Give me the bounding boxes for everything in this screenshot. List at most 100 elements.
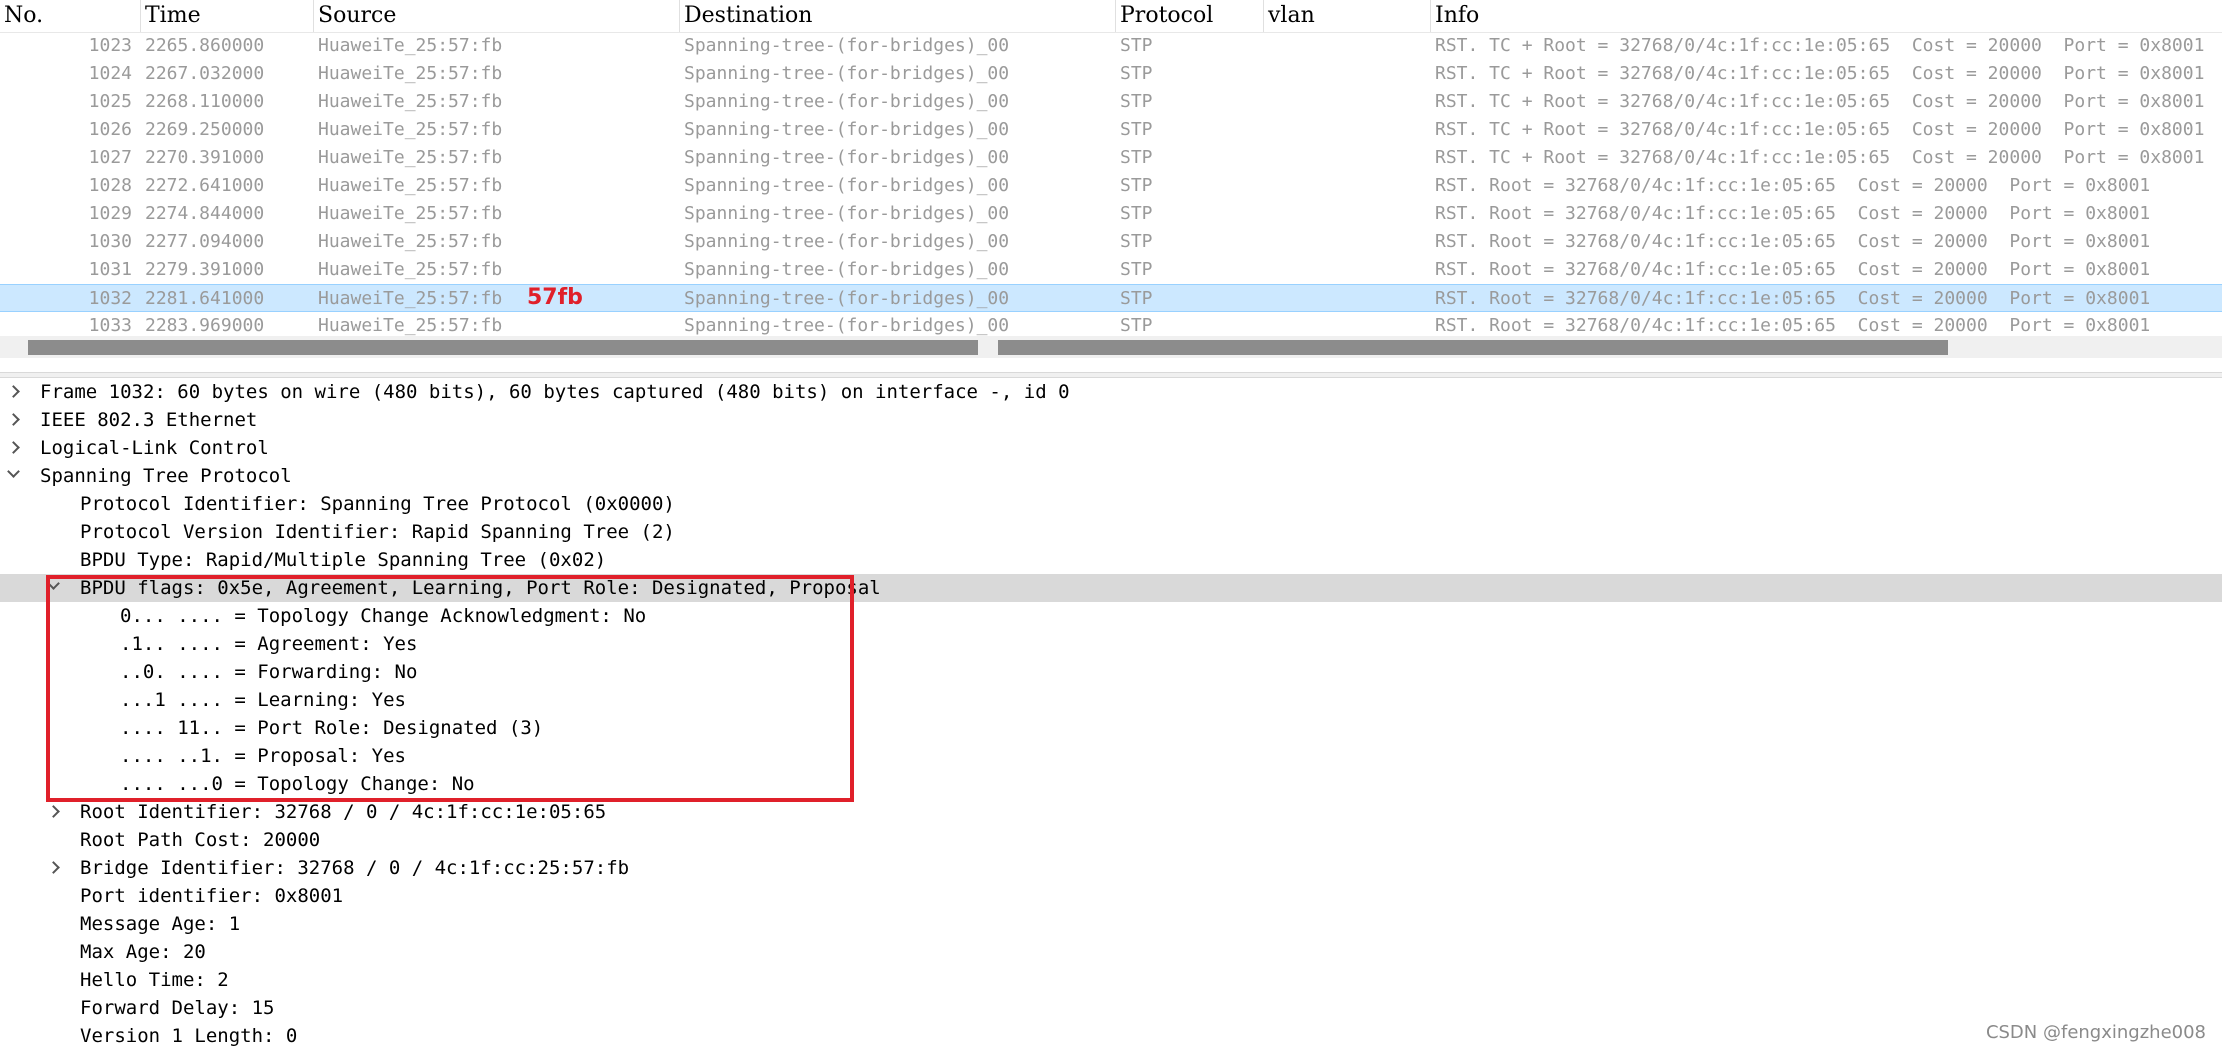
detail-text: Bridge Identifier: 32768 / 0 / 4c:1f:cc:… <box>80 857 630 879</box>
packet-row[interactable]: 1028 2272.641000 HuaweiTe_25:57:fb Spanning… <box>0 172 2222 200</box>
scrollbar-thumb-right[interactable] <box>998 340 1948 355</box>
packet-time: 2268.110000 <box>145 91 265 112</box>
packet-time: 2265.860000 <box>145 35 265 56</box>
detail-row[interactable]: 0... .... = Topology Change Acknowledgme… <box>0 602 2222 630</box>
annotation-label: 57fb <box>527 285 583 310</box>
detail-text: .... 11.. = Port Role: Designated (3) <box>120 717 544 739</box>
chevron-right-icon[interactable] <box>7 385 20 398</box>
watermark: CSDN @fengxingzhe008 <box>1985 1022 2206 1043</box>
column-info[interactable]: Info <box>1430 0 2222 32</box>
packet-source: HuaweiTe_25:57:fb <box>318 147 503 168</box>
detail-row[interactable]: Hello Time: 2 <box>0 966 2222 994</box>
detail-row[interactable]: BPDU Type: Rapid/Multiple Spanning Tree … <box>0 546 2222 574</box>
packet-list[interactable]: No. Time Source Destination Protocol vla… <box>0 0 2222 372</box>
packet-no: 1026 <box>88 119 132 140</box>
packet-destination: Spanning-tree-(for-bridges)_00 <box>684 35 1010 56</box>
detail-row[interactable]: Version 1 Length: 0 <box>0 1022 2222 1050</box>
detail-row[interactable]: Bridge Identifier: 32768 / 0 / 4c:1f:cc:… <box>0 854 2222 882</box>
column-time[interactable]: Time <box>140 0 313 32</box>
packet-time: 2270.391000 <box>145 147 265 168</box>
packet-destination: Spanning-tree-(for-bridges)_00 <box>684 147 1010 168</box>
detail-row[interactable]: Forward Delay: 15 <box>0 994 2222 1022</box>
packet-destination: Spanning-tree-(for-bridges)_00 <box>684 119 1010 140</box>
detail-text: Hello Time: 2 <box>80 969 229 991</box>
packet-source: HuaweiTe_25:57:fb <box>318 288 503 309</box>
packet-protocol: STP <box>1120 231 1153 252</box>
detail-row[interactable]: BPDU flags: 0x5e, Agreement, Learning, P… <box>0 574 2222 602</box>
packet-source: HuaweiTe_25:57:fb <box>318 203 503 224</box>
detail-text: BPDU flags: 0x5e, Agreement, Learning, P… <box>80 577 881 599</box>
packet-time: 2272.641000 <box>145 175 265 196</box>
detail-row[interactable]: .... 11.. = Port Role: Designated (3) <box>0 714 2222 742</box>
packet-row[interactable]: 1030 2277.094000 HuaweiTe_25:57:fb Spanning… <box>0 228 2222 256</box>
detail-row[interactable]: Port identifier: 0x8001 <box>0 882 2222 910</box>
chevron-right-icon[interactable] <box>47 861 60 874</box>
packet-info: RST. Root = 32768/0/4c:1f:cc:1e:05:65 Co… <box>1435 259 2151 280</box>
column-no[interactable]: No. <box>0 0 140 32</box>
detail-row[interactable]: .1.. .... = Agreement: Yes <box>0 630 2222 658</box>
chevron-down-icon[interactable] <box>47 577 60 590</box>
packet-no: 1024 <box>88 63 132 84</box>
chevron-right-icon[interactable] <box>7 413 20 426</box>
packet-row-selected[interactable]: 1032 2281.641000 HuaweiTe_25:57:fb Spanning… <box>0 284 2222 312</box>
packet-row[interactable]: 1027 2270.391000 HuaweiTe_25:57:fb Spanning… <box>0 144 2222 172</box>
detail-row[interactable]: Max Age: 20 <box>0 938 2222 966</box>
column-destination[interactable]: Destination <box>679 0 1115 32</box>
packet-time: 2274.844000 <box>145 203 265 224</box>
packet-info: RST. Root = 32768/0/4c:1f:cc:1e:05:65 Co… <box>1435 231 2151 252</box>
column-vlan[interactable]: vlan <box>1263 0 1430 32</box>
column-header: No. Time Source Destination Protocol vla… <box>0 0 2222 33</box>
packet-row[interactable]: 1023 2265.860000 HuaweiTe_25:57:fb Spanning… <box>0 32 2222 60</box>
horizontal-scrollbar[interactable] <box>0 336 2222 358</box>
chevron-down-icon[interactable] <box>7 465 20 478</box>
detail-text: Protocol Identifier: Spanning Tree Proto… <box>80 493 675 515</box>
packet-row[interactable]: 1029 2274.844000 HuaweiTe_25:57:fb Spanning… <box>0 200 2222 228</box>
detail-row[interactable]: Frame 1032: 60 bytes on wire (480 bits),… <box>0 378 2222 406</box>
detail-row[interactable]: Protocol Version Identifier: Rapid Spann… <box>0 518 2222 546</box>
packet-row[interactable]: 1031 2279.391000 HuaweiTe_25:57:fb Spanning… <box>0 256 2222 284</box>
detail-row[interactable]: ...1 .... = Learning: Yes <box>0 686 2222 714</box>
packet-time: 2277.094000 <box>145 231 265 252</box>
packet-row[interactable]: 1024 2267.032000 HuaweiTe_25:57:fb Spanning… <box>0 60 2222 88</box>
packet-destination: Spanning-tree-(for-bridges)_00 <box>684 259 1010 280</box>
packet-details-tree[interactable]: Frame 1032: 60 bytes on wire (480 bits),… <box>0 378 2222 1056</box>
detail-row[interactable]: Spanning Tree Protocol <box>0 462 2222 490</box>
packet-row[interactable]: 1025 2268.110000 HuaweiTe_25:57:fb Spanning… <box>0 88 2222 116</box>
packet-destination: Spanning-tree-(for-bridges)_00 <box>684 91 1010 112</box>
packet-info: RST. TC + Root = 32768/0/4c:1f:cc:1e:05:… <box>1435 91 2205 112</box>
detail-text: Protocol Version Identifier: Rapid Spann… <box>80 521 675 543</box>
detail-text: Forward Delay: 15 <box>80 997 275 1019</box>
packet-protocol: STP <box>1120 175 1153 196</box>
packet-destination: Spanning-tree-(for-bridges)_00 <box>684 231 1010 252</box>
column-protocol[interactable]: Protocol <box>1115 0 1263 32</box>
detail-text: .... ..1. = Proposal: Yes <box>120 745 406 767</box>
packet-row[interactable]: 1026 2269.250000 HuaweiTe_25:57:fb Spanning… <box>0 116 2222 144</box>
packet-source: HuaweiTe_25:57:fb <box>318 91 503 112</box>
column-source[interactable]: Source <box>313 0 679 32</box>
packet-info: RST. TC + Root = 32768/0/4c:1f:cc:1e:05:… <box>1435 63 2205 84</box>
detail-row[interactable]: ..0. .... = Forwarding: No <box>0 658 2222 686</box>
detail-row[interactable]: .... ...0 = Topology Change: No <box>0 770 2222 798</box>
detail-text: Version 1 Length: 0 <box>80 1025 298 1047</box>
detail-row[interactable]: Root Identifier: 32768 / 0 / 4c:1f:cc:1e… <box>0 798 2222 826</box>
packet-no: 1027 <box>88 147 132 168</box>
packet-info: RST. Root = 32768/0/4c:1f:cc:1e:05:65 Co… <box>1435 203 2151 224</box>
detail-row[interactable]: Logical-Link Control <box>0 434 2222 462</box>
detail-text: ...1 .... = Learning: Yes <box>120 689 406 711</box>
scrollbar-thumb-left[interactable] <box>28 340 978 355</box>
detail-row[interactable]: IEEE 802.3 Ethernet <box>0 406 2222 434</box>
packet-info: RST. Root = 32768/0/4c:1f:cc:1e:05:65 Co… <box>1435 175 2151 196</box>
detail-row[interactable]: Root Path Cost: 20000 <box>0 826 2222 854</box>
chevron-right-icon[interactable] <box>47 805 60 818</box>
detail-row[interactable]: Message Age: 1 <box>0 910 2222 938</box>
packet-no: 1032 <box>88 288 132 309</box>
chevron-right-icon[interactable] <box>7 441 20 454</box>
detail-row[interactable]: Protocol Identifier: Spanning Tree Proto… <box>0 490 2222 518</box>
detail-text: Root Identifier: 32768 / 0 / 4c:1f:cc:1e… <box>80 801 607 823</box>
packet-source: HuaweiTe_25:57:fb <box>318 35 503 56</box>
detail-row[interactable]: .... ..1. = Proposal: Yes <box>0 742 2222 770</box>
detail-text: IEEE 802.3 Ethernet <box>40 409 258 431</box>
detail-text: Spanning Tree Protocol <box>40 465 292 487</box>
packet-no: 1031 <box>88 259 132 280</box>
packet-protocol: STP <box>1120 288 1153 309</box>
